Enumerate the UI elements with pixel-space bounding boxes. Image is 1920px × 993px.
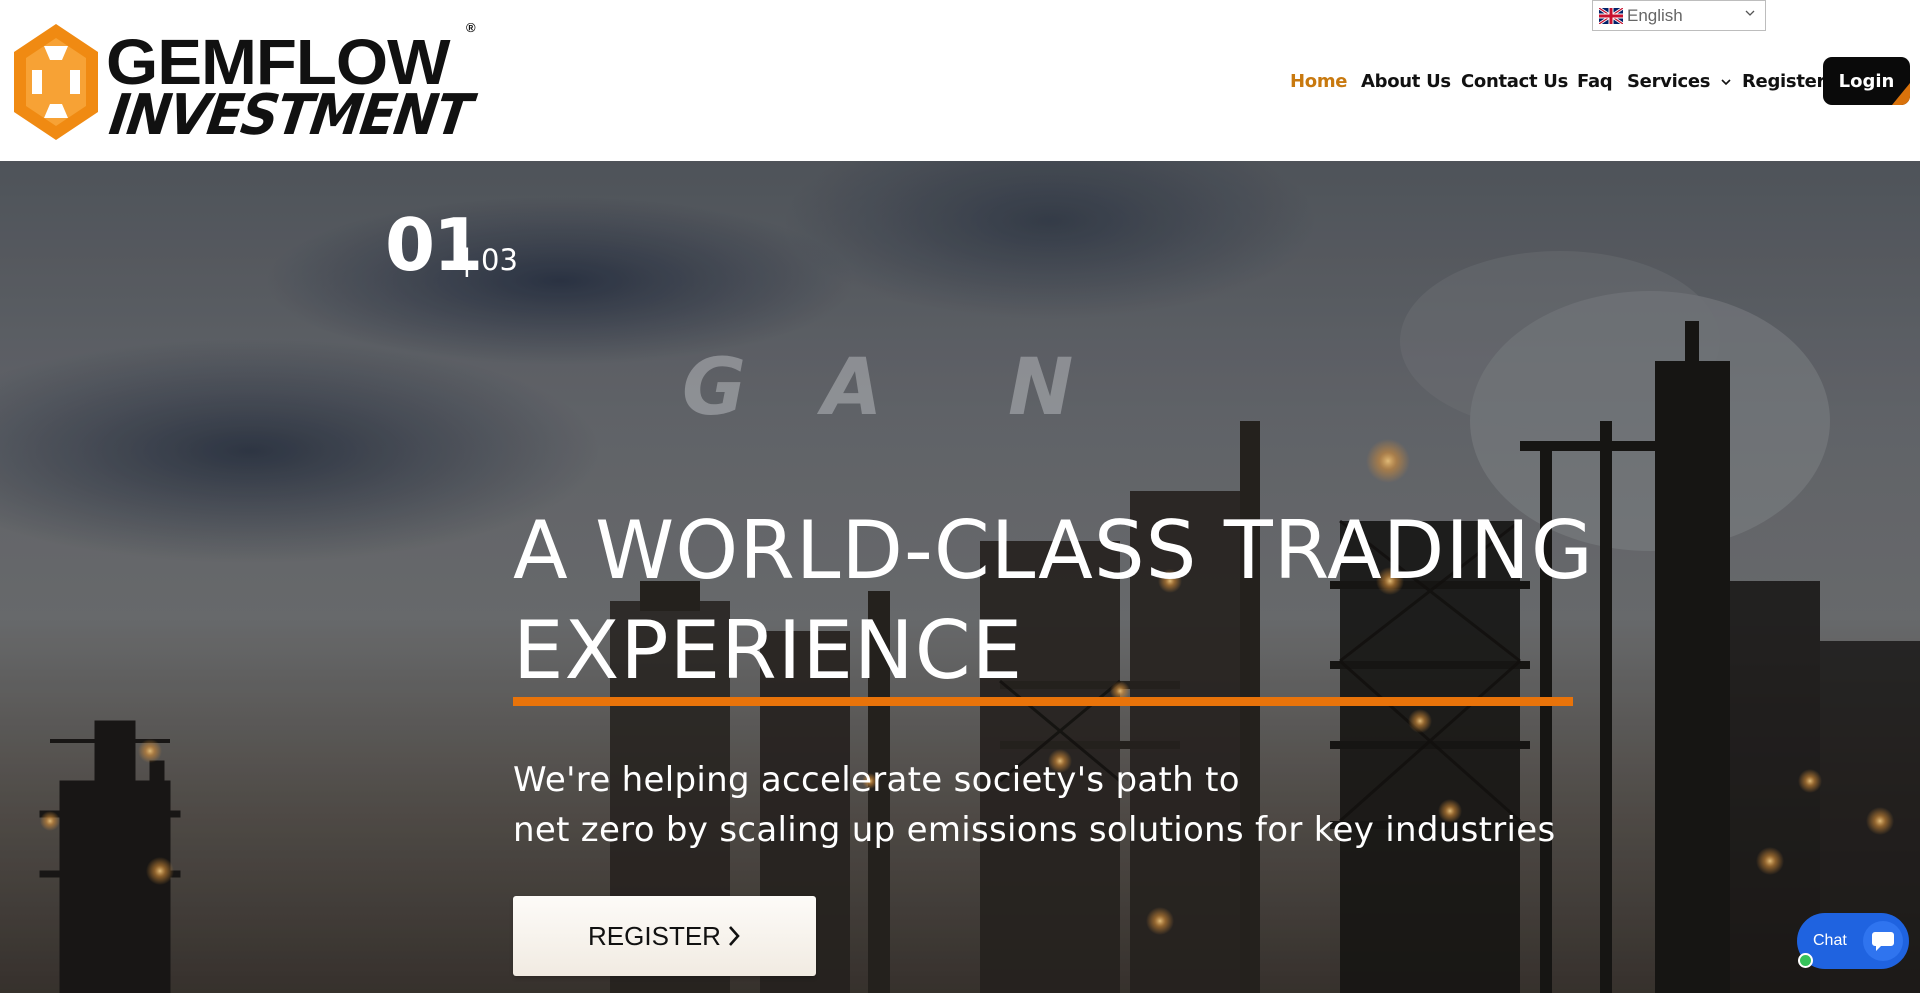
chat-label: Chat (1813, 932, 1847, 949)
nav-about-us[interactable]: About Us (1361, 71, 1451, 92)
chat-widget-button[interactable]: Chat (1797, 913, 1909, 969)
nav-contact-us[interactable]: Contact Us (1461, 71, 1568, 92)
register-button-label: REGISTER (588, 920, 721, 951)
nav-services[interactable]: Services (1627, 71, 1732, 92)
hero-headline-line2: EXPERIENCE (513, 604, 1024, 697)
hero-headline: A WORLD-CLASS TRADING EXPERIENCE (513, 501, 1673, 701)
nav-faq[interactable]: Faq (1577, 71, 1613, 92)
chevron-right-icon (728, 926, 740, 946)
nav-services-label: Services (1627, 71, 1711, 92)
hero-slider: 01 | 03 G A N A WORLD-CLASS TRADING EXPE… (0, 161, 1920, 993)
login-button[interactable]: Login (1823, 57, 1910, 105)
ghost-letter: N (1008, 343, 1074, 433)
site-header: GEMFLOW ® INVESTMENT English Home About … (0, 0, 1920, 161)
slide-total-number: | 03 (462, 243, 518, 277)
registered-mark: ® (466, 20, 476, 35)
online-status-dot (1798, 953, 1813, 968)
login-label: Login (1838, 70, 1895, 92)
hero-headline-line1: A WORLD-CLASS TRADING (513, 504, 1594, 597)
uk-flag-icon (1599, 7, 1623, 24)
login-accent-corner (1892, 83, 1910, 105)
brand-logo[interactable]: GEMFLOW ® INVESTMENT (14, 20, 484, 148)
language-label: English (1627, 5, 1683, 25)
nav-register[interactable]: Register (1742, 71, 1825, 92)
hero-subtitle-line2: net zero by scaling up emissions solutio… (513, 810, 1556, 850)
headline-underline (513, 697, 1573, 706)
chevron-down-icon (1721, 78, 1731, 85)
nav-home[interactable]: Home (1290, 71, 1348, 92)
brand-name-bottom: INVESTMENT (105, 83, 475, 148)
ghost-letter: A (822, 343, 883, 433)
chat-bubble-icon (1863, 921, 1903, 961)
language-selector[interactable]: English (1592, 0, 1766, 31)
chevron-down-icon (1745, 10, 1755, 16)
hexagon-logo-icon (14, 24, 98, 140)
hero-subtitle: We're helping accelerate society's path … (513, 755, 1556, 855)
ghost-letter: G (682, 343, 747, 433)
hero-register-button[interactable]: REGISTER (513, 896, 816, 976)
hero-subtitle-line1: We're helping accelerate society's path … (513, 760, 1240, 800)
